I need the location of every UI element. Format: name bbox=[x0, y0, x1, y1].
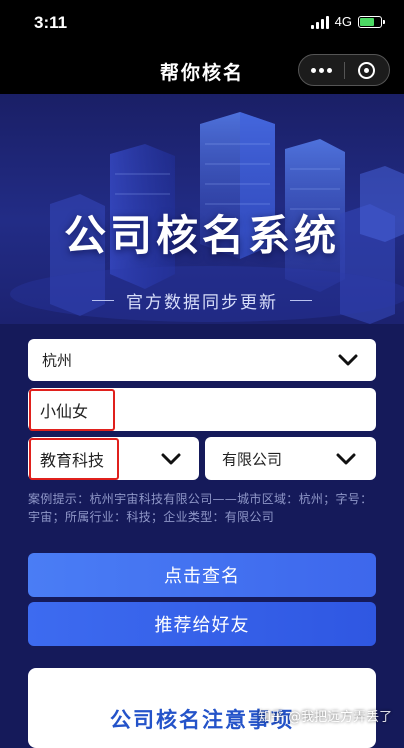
chevron-down-icon bbox=[336, 453, 356, 464]
hero-title: 公司核名系统 bbox=[63, 211, 340, 260]
hero-banner: 公司核名系统 官方数据同步更新 bbox=[0, 94, 404, 324]
nav-bar: 帮你核名 bbox=[0, 48, 404, 94]
battery-level bbox=[360, 17, 374, 26]
status-bar: 3:11 4G bbox=[0, 0, 404, 48]
subtitle-line-left bbox=[92, 300, 114, 301]
hero-subtitle-row: 官方数据同步更新 bbox=[0, 288, 404, 313]
menu-capsule bbox=[298, 54, 390, 86]
battery-icon bbox=[358, 15, 385, 28]
share-button[interactable]: 推荐给好友 bbox=[28, 602, 376, 646]
query-button[interactable]: 点击查名 bbox=[28, 553, 376, 597]
signal-icon bbox=[310, 15, 329, 29]
highlight-box-name bbox=[29, 389, 115, 431]
hero-subtitle: 官方数据同步更新 bbox=[126, 293, 278, 313]
subtitle-line-right bbox=[290, 300, 312, 301]
highlight-box-industry bbox=[29, 438, 119, 480]
city-select[interactable]: 杭州 bbox=[28, 339, 376, 381]
chevron-down-icon bbox=[338, 354, 358, 366]
city-value: 杭州 bbox=[42, 351, 73, 370]
example-hint: 案例提示：杭州宇宙科技有限公司——城市区域：杭州；字号：宇宙；所属行业：科技；企… bbox=[28, 492, 373, 524]
status-time: 3:11 bbox=[34, 13, 68, 32]
company-type-select[interactable]: 有限公司 bbox=[205, 437, 376, 480]
close-circle-icon[interactable] bbox=[344, 55, 389, 85]
company-type-value: 有限公司 bbox=[222, 450, 283, 468]
network-type: 4G bbox=[334, 14, 352, 29]
more-dots-icon[interactable] bbox=[299, 55, 344, 85]
status-indicators: 4G bbox=[310, 14, 385, 29]
watermark: 知乎 @我把远方弄丢了 bbox=[258, 710, 393, 725]
chevron-down-icon bbox=[161, 453, 181, 464]
